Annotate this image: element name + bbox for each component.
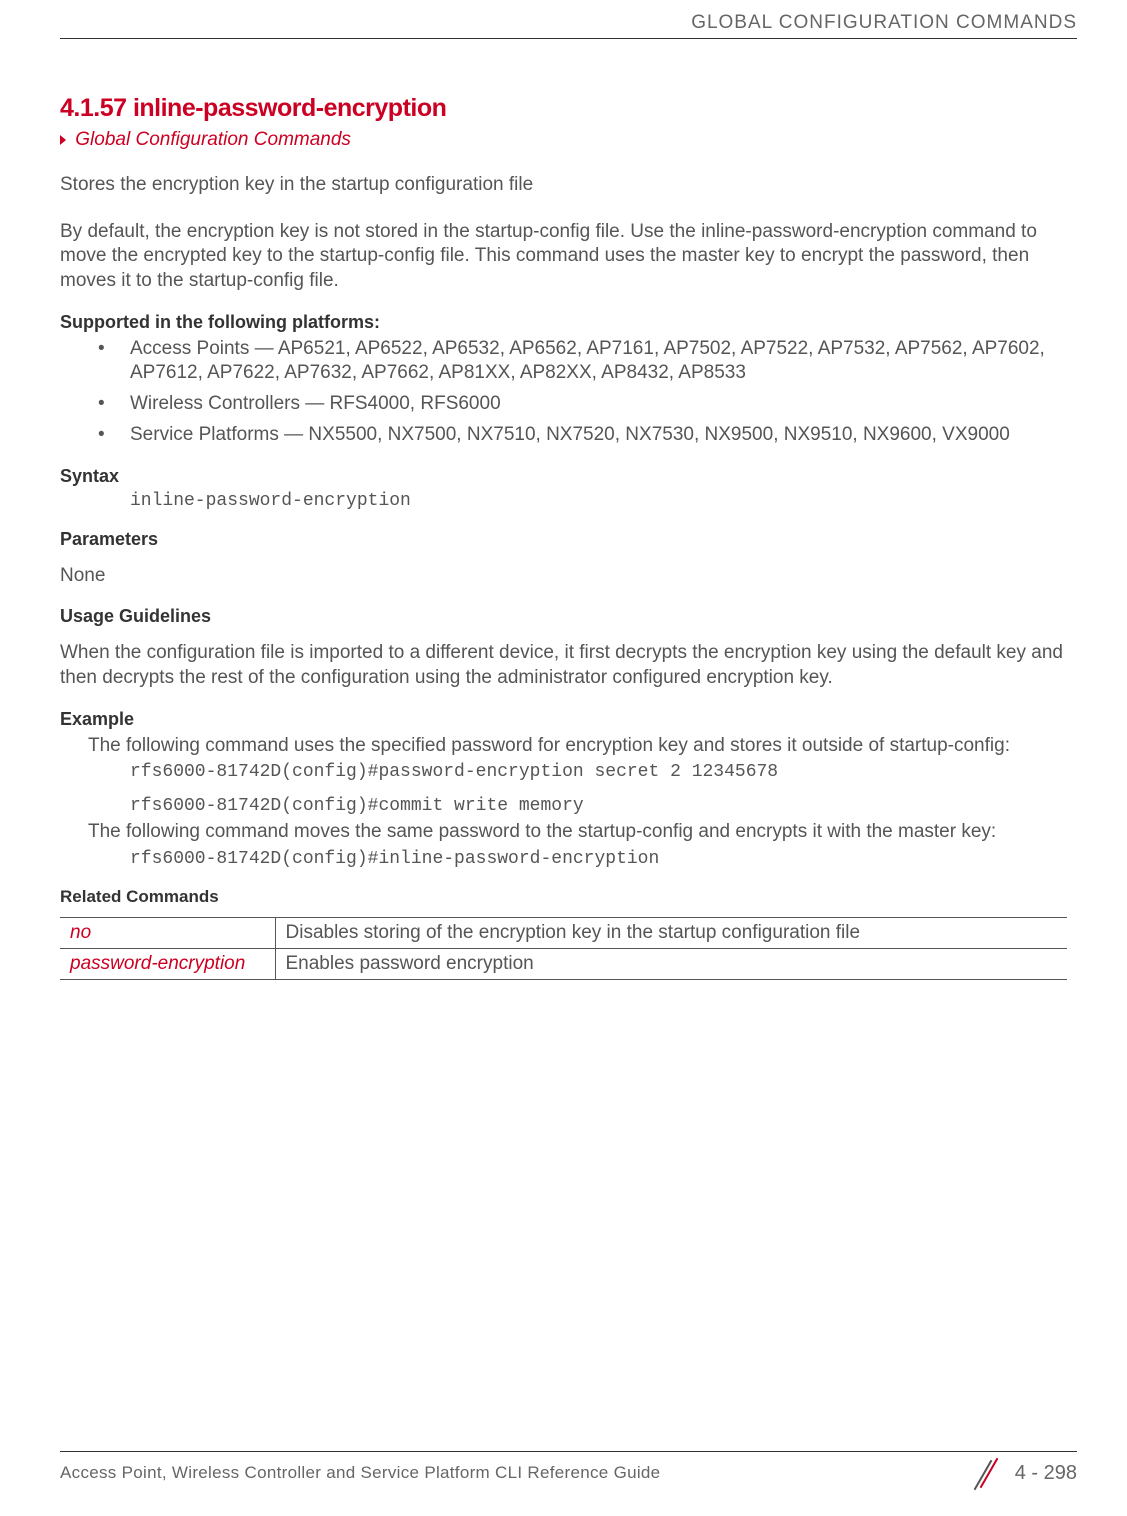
- footer-rule: [60, 1451, 1077, 1452]
- slash-icon: [973, 1458, 1003, 1488]
- footer-guide-title: Access Point, Wireless Controller and Se…: [60, 1463, 660, 1483]
- related-command-link[interactable]: password-encryption: [60, 948, 275, 979]
- related-command-link[interactable]: no: [60, 917, 275, 948]
- example-code-1: rfs6000-81742D(config)#password-encrypti…: [60, 762, 1067, 782]
- syntax-heading: Syntax: [60, 466, 1067, 487]
- example-lead-2: The following command moves the same pas…: [60, 820, 1067, 845]
- example-lead-1: The following command uses the specified…: [60, 734, 1067, 759]
- usage-text: When the configuration file is imported …: [60, 641, 1067, 690]
- section-title: 4.1.57 inline-password-encryption: [60, 94, 1067, 123]
- breadcrumb-label: Global Configuration Commands: [75, 129, 351, 150]
- related-command-desc: Disables storing of the encryption key i…: [275, 917, 1067, 948]
- description-paragraph: By default, the encryption key is not st…: [60, 220, 1067, 294]
- footer-page-block: 4 - 298: [973, 1458, 1077, 1488]
- arrow-right-icon: [60, 135, 66, 145]
- parameters-value: None: [60, 564, 1067, 589]
- page-number: 4 - 298: [1015, 1462, 1077, 1485]
- footer-row: Access Point, Wireless Controller and Se…: [60, 1458, 1077, 1488]
- header-title: GLOBAL CONFIGURATION COMMANDS: [691, 12, 1077, 33]
- table-row: password-encryption Enables password enc…: [60, 948, 1067, 979]
- related-command-desc: Enables password encryption: [275, 948, 1067, 979]
- supported-list: Access Points — AP6521, AP6522, AP6532, …: [60, 337, 1067, 448]
- page-content: 4.1.57 inline-password-encryption Global…: [0, 39, 1127, 980]
- related-heading: Related Commands: [60, 887, 1067, 907]
- related-commands-table: no Disables storing of the encryption ke…: [60, 917, 1067, 980]
- page-footer: Access Point, Wireless Controller and Se…: [0, 1451, 1127, 1488]
- example-code-3: rfs6000-81742D(config)#inline-password-e…: [60, 849, 1067, 869]
- example-code-2: rfs6000-81742D(config)#commit write memo…: [60, 796, 1067, 816]
- list-item: Wireless Controllers — RFS4000, RFS6000: [98, 392, 1067, 417]
- usage-heading: Usage Guidelines: [60, 606, 1067, 627]
- breadcrumb[interactable]: Global Configuration Commands: [60, 129, 1067, 151]
- syntax-code: inline-password-encryption: [60, 491, 1067, 511]
- list-item: Access Points — AP6521, AP6522, AP6532, …: [98, 337, 1067, 386]
- parameters-heading: Parameters: [60, 529, 1067, 550]
- table-row: no Disables storing of the encryption ke…: [60, 917, 1067, 948]
- example-heading: Example: [60, 709, 1067, 730]
- supported-heading: Supported in the following platforms:: [60, 312, 1067, 333]
- page-header: GLOBAL CONFIGURATION COMMANDS: [0, 0, 1127, 34]
- intro-paragraph: Stores the encryption key in the startup…: [60, 173, 1067, 198]
- list-item: Service Platforms — NX5500, NX7500, NX75…: [98, 423, 1067, 448]
